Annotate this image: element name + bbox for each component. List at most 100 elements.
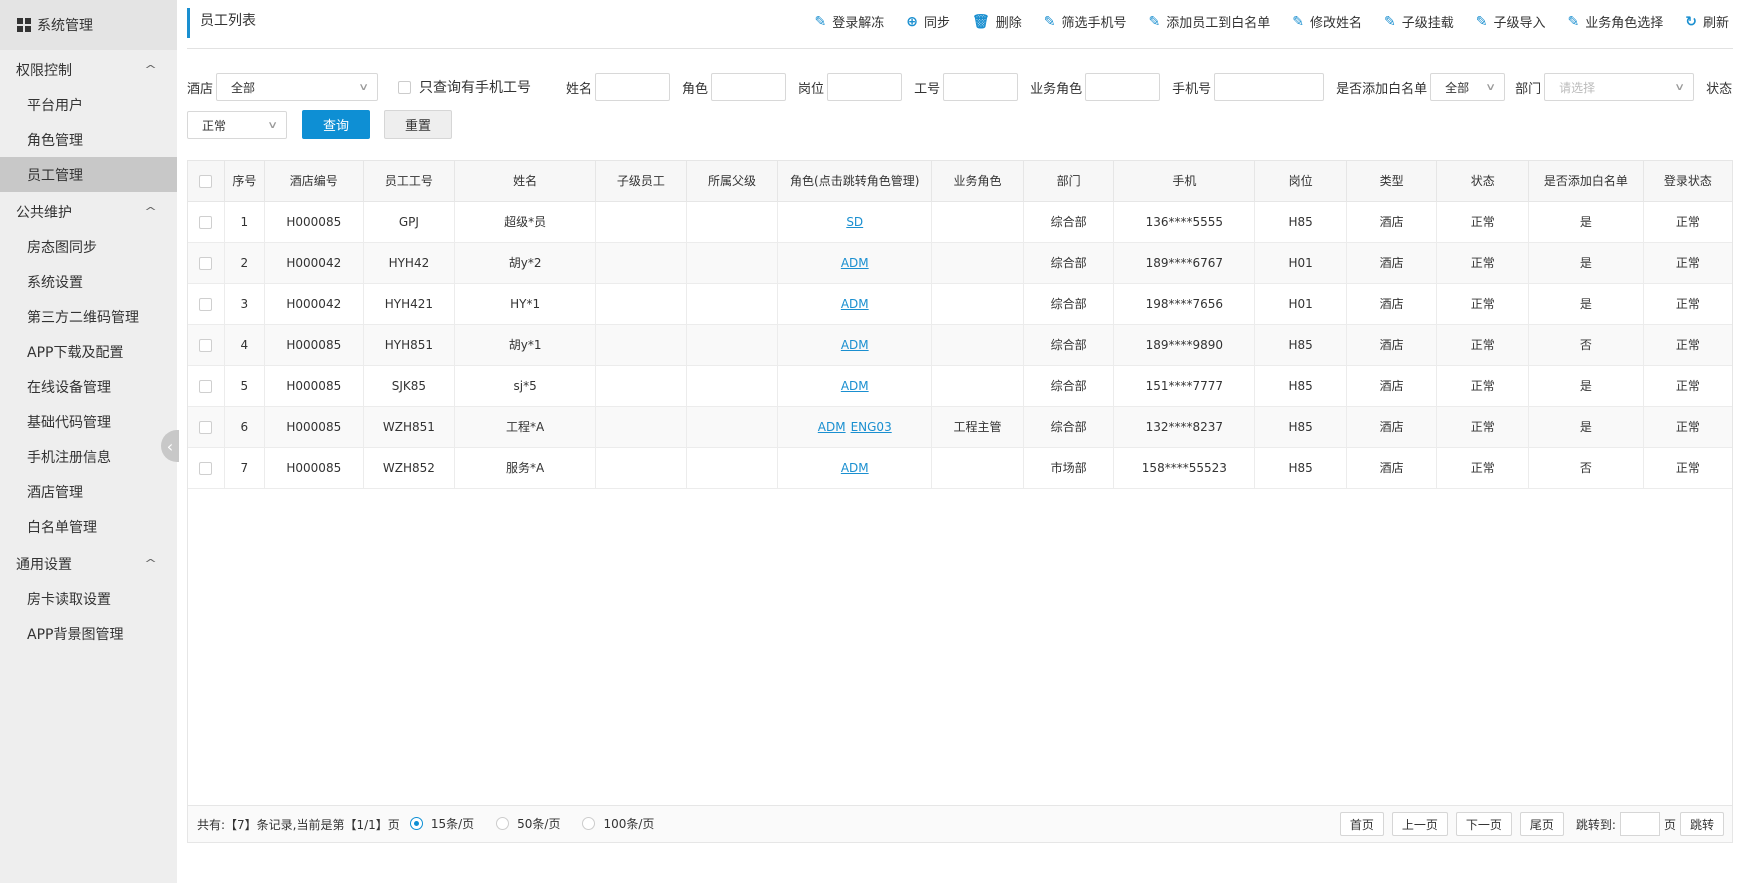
last-page-button[interactable]: 尾页 bbox=[1519, 812, 1564, 836]
topbar: 员工列表 ✎ 登录解冻 ⊕ 同步 🗑 删除 ✎ 筛选手机号 ✎ 添加员工到白名单 ✎ 修改姓名 ✎ 子级挂… bbox=[187, 0, 1733, 49]
cell-login: 正常 bbox=[1643, 324, 1732, 366]
sidebar-group[interactable]: 通用设置 ^ bbox=[0, 546, 177, 581]
query-button[interactable]: 查询 bbox=[302, 110, 370, 139]
cell-post: H85 bbox=[1254, 201, 1347, 243]
pencil-icon: ✎ bbox=[1475, 13, 1488, 30]
role-link[interactable]: ADM bbox=[818, 420, 846, 434]
role-input[interactable] bbox=[711, 73, 787, 101]
role-link[interactable]: ADM bbox=[841, 461, 869, 475]
table-row[interactable]: 3 H000042 HYH421 HY*1 ADM 综合部 198****7656 H01 酒店… bbox=[188, 283, 1732, 325]
toolbar-button-label: 添加员工到白名单 bbox=[1166, 16, 1271, 31]
cell-child bbox=[595, 201, 687, 243]
dept-select[interactable]: 请选择 ∨ bbox=[1544, 73, 1695, 101]
cell-status: 正常 bbox=[1436, 242, 1530, 284]
page-size-options: 15条/页 50条/页 100条/页 bbox=[400, 815, 654, 833]
toolbar-button-label: 子级挂载 bbox=[1401, 16, 1454, 31]
table-header-row: 序号 酒店编号 员工工号 姓名 子级员工 所属父级 角色(点击跳转角色管理) 业务角色 部门 手机… bbox=[188, 161, 1732, 202]
toolbar-button[interactable]: ↻ 刷新 bbox=[1685, 12, 1729, 32]
role-link[interactable]: ADM bbox=[841, 379, 869, 393]
toolbar-button-label: 删除 bbox=[995, 16, 1022, 31]
table-row[interactable]: 6 H000085 WZH851 工程*A ADM ENG03 工程主管 综合部 132****… bbox=[188, 406, 1732, 448]
page-size-label: 15条/页 bbox=[430, 817, 475, 831]
prev-page-button[interactable]: 上一页 bbox=[1391, 812, 1448, 836]
cell-biz-role: 工程主管 bbox=[931, 406, 1024, 448]
sidebar-header[interactable]: 系统管理 bbox=[0, 0, 177, 50]
row-checkbox[interactable] bbox=[199, 461, 213, 475]
sidebar-item[interactable]: 在线设备管理 bbox=[0, 369, 177, 404]
page-size-radio[interactable]: 50条/页 bbox=[496, 815, 560, 832]
cell-dept: 综合部 bbox=[1023, 365, 1115, 407]
role-link[interactable]: ADM bbox=[841, 256, 869, 270]
next-page-button[interactable]: 下一页 bbox=[1455, 812, 1512, 836]
toolbar-button[interactable]: 🗑 删除 bbox=[972, 12, 1022, 32]
jump-button[interactable]: 跳转 bbox=[1679, 812, 1724, 836]
sidebar-item[interactable]: APP背景图管理 bbox=[0, 616, 177, 651]
sidebar-item[interactable]: 基础代码管理 bbox=[0, 404, 177, 439]
toolbar-button[interactable]: ✎ 修改姓名 bbox=[1292, 12, 1362, 32]
sidebar-item[interactable]: 角色管理 bbox=[0, 122, 177, 157]
row-checkbox[interactable] bbox=[199, 379, 213, 393]
sidebar-group[interactable]: 权限控制 ^ bbox=[0, 52, 177, 87]
hotel-select[interactable]: 全部 ∨ bbox=[216, 73, 379, 101]
role-link[interactable]: ENG03 bbox=[851, 420, 892, 434]
table-row[interactable]: 4 H000085 HYH851 胡y*1 ADM 综合部 189****9890 H85 酒店… bbox=[188, 324, 1732, 366]
post-input[interactable] bbox=[827, 73, 903, 101]
role-link[interactable]: SD bbox=[846, 215, 863, 229]
first-page-button[interactable]: 首页 bbox=[1339, 812, 1384, 836]
cell-type: 酒店 bbox=[1346, 201, 1438, 243]
sidebar-group[interactable]: 公共维护 ^ bbox=[0, 194, 177, 229]
role-link[interactable]: ADM bbox=[841, 297, 869, 311]
cell-login: 正常 bbox=[1643, 447, 1732, 489]
biz-role-input[interactable] bbox=[1085, 73, 1161, 101]
chevron-up-icon: ^ bbox=[143, 205, 157, 218]
sidebar-item[interactable]: 系统设置 bbox=[0, 264, 177, 299]
sidebar-item[interactable]: 房卡读取设置 bbox=[0, 581, 177, 616]
cell-parent bbox=[686, 447, 779, 489]
sidebar-item[interactable]: 平台用户 bbox=[0, 87, 177, 122]
sidebar-item[interactable]: 房态图同步 bbox=[0, 229, 177, 264]
row-checkbox[interactable] bbox=[199, 338, 213, 352]
row-checkbox[interactable] bbox=[199, 420, 213, 434]
cell-login: 正常 bbox=[1643, 365, 1732, 407]
row-select-cell bbox=[188, 324, 225, 366]
job-no-input[interactable] bbox=[943, 73, 1019, 101]
sidebar-item[interactable]: 第三方二维码管理 bbox=[0, 299, 177, 334]
jump-page-input[interactable] bbox=[1619, 812, 1660, 836]
sidebar-item[interactable]: 酒店管理 bbox=[0, 474, 177, 509]
toolbar-button[interactable]: ⊕ 同步 bbox=[906, 12, 950, 32]
phone-only-checkbox[interactable] bbox=[398, 80, 412, 94]
page-size-radio[interactable]: 15条/页 bbox=[409, 815, 475, 832]
toolbar-button[interactable]: ✎ 业务角色选择 bbox=[1568, 12, 1664, 32]
role-link[interactable]: ADM bbox=[841, 338, 869, 352]
table-row[interactable]: 1 H000085 GPJ 超级*员 SD 综合部 136****5555 H85 酒店 正常是正… bbox=[188, 201, 1732, 243]
role-label: 角色 bbox=[682, 81, 709, 97]
row-checkbox[interactable] bbox=[199, 256, 213, 270]
toolbar-button[interactable]: ✎ 登录解冻 bbox=[814, 12, 884, 32]
sidebar-item[interactable]: APP下载及配置 bbox=[0, 334, 177, 369]
whitelist-select[interactable]: 全部 ∨ bbox=[1430, 73, 1506, 101]
sidebar-item[interactable]: 员工管理 bbox=[0, 157, 177, 192]
sidebar-item[interactable]: 手机注册信息 bbox=[0, 439, 177, 474]
row-select-cell bbox=[188, 365, 225, 407]
toolbar-button[interactable]: ✎ 子级导入 bbox=[1475, 12, 1546, 32]
sidebar-item[interactable]: 白名单管理 bbox=[0, 509, 177, 544]
row-checkbox[interactable] bbox=[199, 215, 213, 229]
select-all-checkbox[interactable] bbox=[199, 174, 213, 188]
table-row[interactable]: 2 H000042 HYH42 胡y*2 ADM 综合部 189****6767 H01 酒店正… bbox=[188, 242, 1732, 284]
toolbar-button[interactable]: ✎ 添加员工到白名单 bbox=[1149, 12, 1271, 32]
cell-biz-role bbox=[931, 447, 1024, 489]
phone-input[interactable] bbox=[1214, 73, 1325, 101]
table-row[interactable]: 7 H000085 WZH852 服务*A ADM 市场部 158****55523 H85 酒… bbox=[188, 447, 1732, 489]
cell-no: 6 bbox=[224, 406, 265, 448]
row-checkbox[interactable] bbox=[199, 297, 213, 311]
reset-button[interactable]: 重置 bbox=[384, 110, 452, 139]
cell-status: 正常 bbox=[1436, 324, 1530, 366]
pager-summary: 共有:【7】条记录,当前是第【1/1】页 bbox=[197, 817, 400, 832]
toolbar-button[interactable]: ✎ 子级挂载 bbox=[1384, 12, 1454, 32]
name-input[interactable] bbox=[595, 73, 671, 101]
column-header: 部门 bbox=[1023, 161, 1115, 202]
status-select[interactable]: 正常 ∨ bbox=[187, 111, 287, 139]
table-row[interactable]: 5 H000085 SJK85 sj*5 ADM 综合部 151****7777 H85 酒店正… bbox=[188, 365, 1732, 407]
toolbar-button[interactable]: ✎ 筛选手机号 bbox=[1044, 12, 1127, 32]
page-size-radio[interactable]: 100条/页 bbox=[582, 815, 654, 832]
